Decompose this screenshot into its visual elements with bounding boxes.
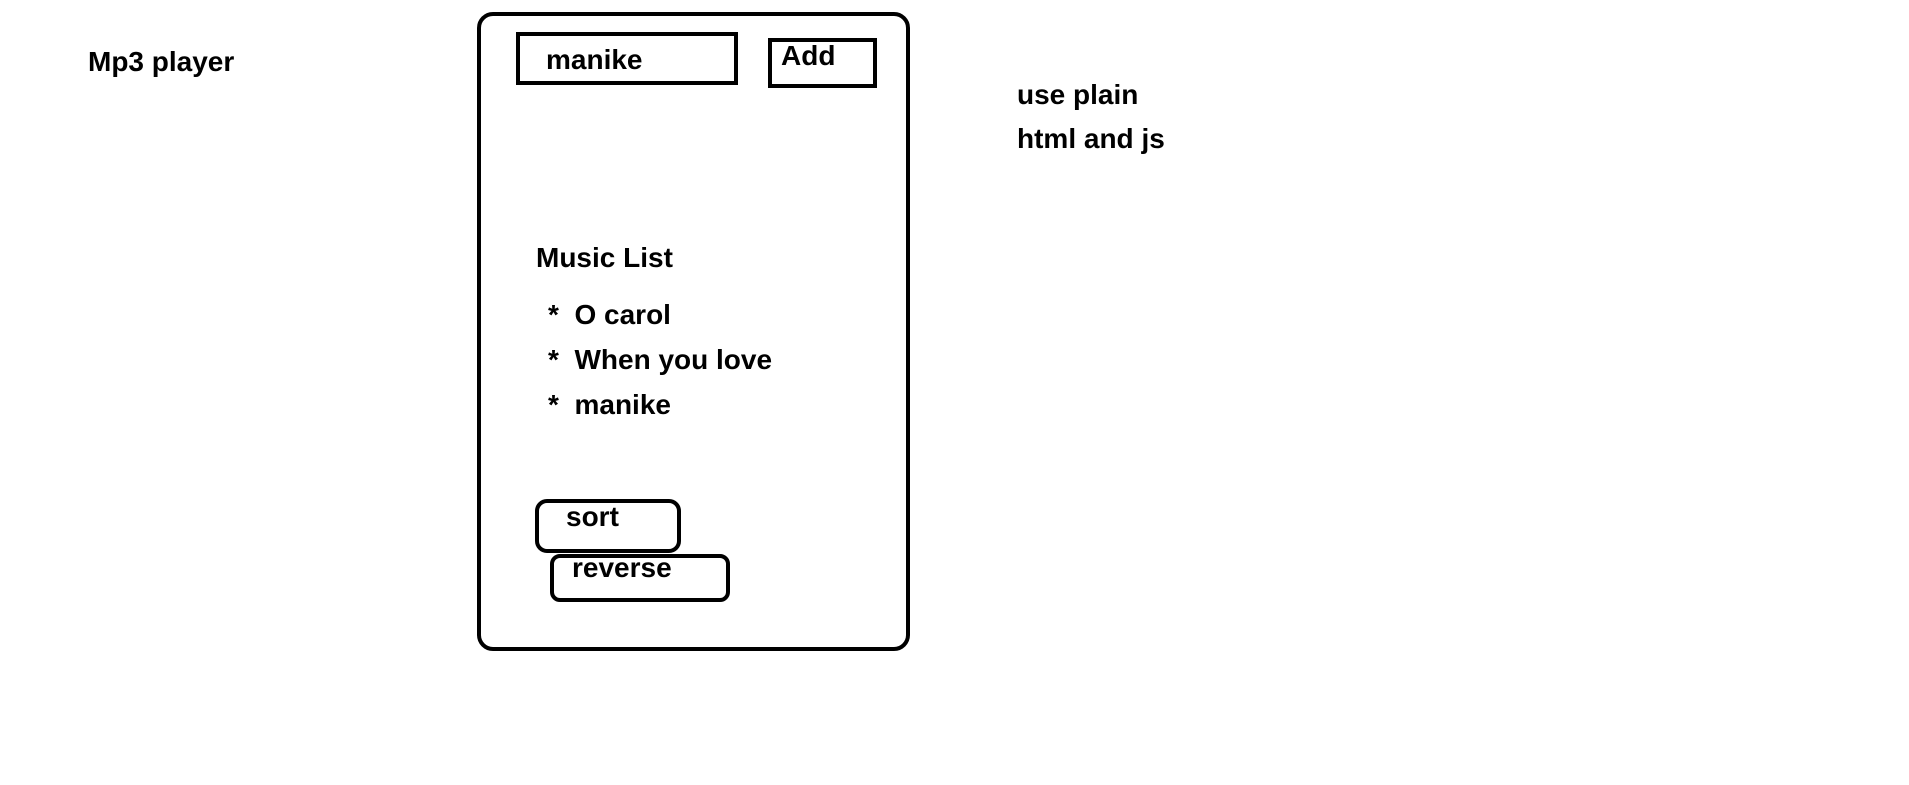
list-item-label: O carol: [574, 299, 671, 330]
list-item: * When you love: [548, 346, 772, 374]
sort-button-label: sort: [566, 501, 619, 532]
list-item: * O carol: [548, 301, 671, 329]
reverse-button-label: reverse: [572, 552, 672, 583]
bullet: *: [548, 344, 559, 375]
reverse-button[interactable]: reverse: [550, 554, 730, 602]
song-input-value: manike: [546, 44, 643, 75]
music-list-heading: Music List: [536, 242, 673, 273]
add-button-label: Add: [781, 40, 836, 71]
list-item-label: manike: [574, 389, 671, 420]
song-input[interactable]: manike: [516, 32, 738, 85]
app-title: Mp3 player: [88, 46, 235, 77]
sort-button[interactable]: sort: [535, 499, 681, 553]
add-button[interactable]: Add: [768, 38, 877, 88]
bullet: *: [548, 389, 559, 420]
list-item-label: When you love: [574, 344, 773, 375]
list-item: * manike: [548, 391, 671, 419]
note-line-1: use plain: [1017, 79, 1139, 110]
bullet: *: [548, 299, 559, 330]
note-line-2: html and js: [1017, 123, 1165, 154]
